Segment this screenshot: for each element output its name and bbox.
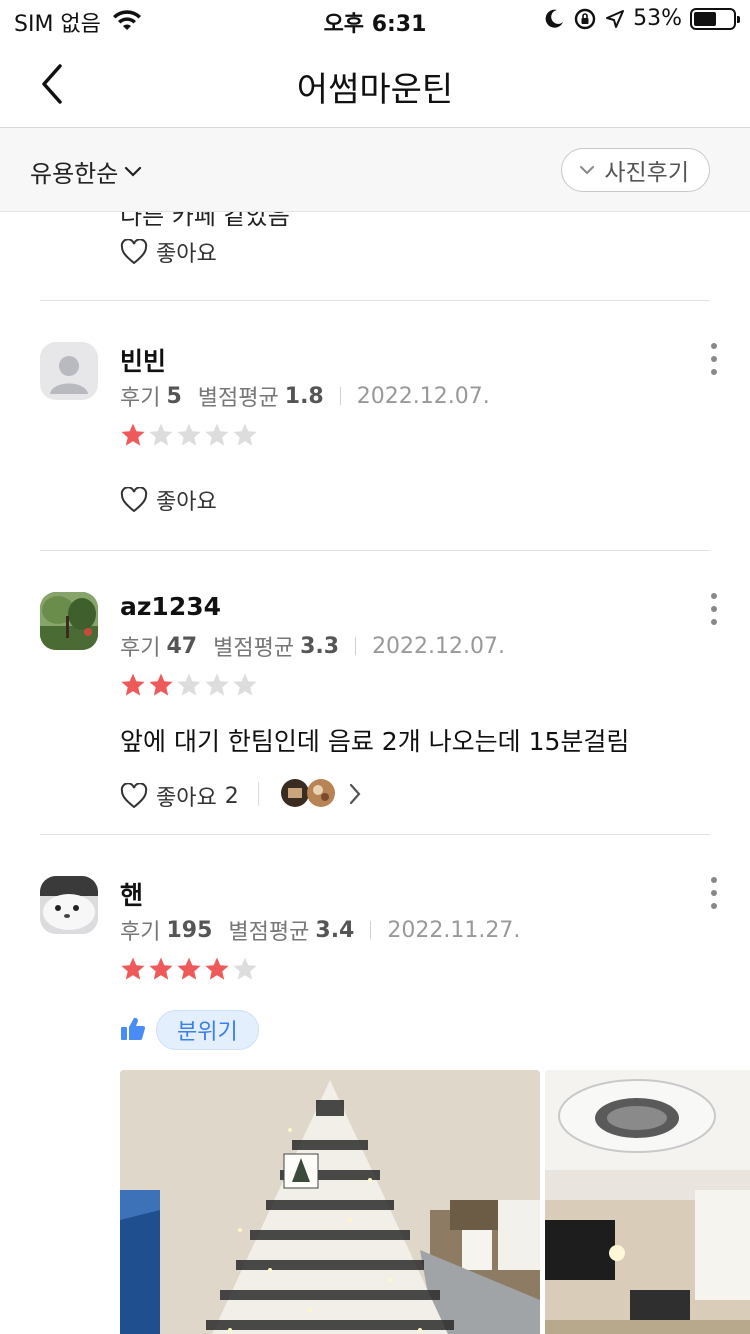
star-empty-icon [177, 673, 201, 696]
like-count: 2 [224, 783, 239, 809]
review-count: 195 [166, 917, 213, 943]
star-rating [120, 672, 258, 698]
review-item: 핸 후기 195 별점평균 3.4 2022.11.27. 분위기 [0, 876, 750, 1334]
reviewer-name[interactable]: 빈빈 [120, 342, 166, 378]
chevron-right-icon[interactable] [348, 782, 362, 806]
page-title: 어썸마운틴 [296, 70, 454, 110]
avatar[interactable] [40, 592, 98, 650]
divider [40, 300, 710, 301]
location-arrow-icon [606, 9, 625, 28]
heart-icon [120, 239, 148, 265]
separator [339, 387, 341, 405]
review-date: 2022.12.07. [356, 383, 490, 409]
star-filled-icon [149, 673, 173, 696]
reviewer-name[interactable]: az1234 [120, 592, 221, 621]
avg-rating: 3.3 [300, 633, 340, 659]
like-button[interactable]: 좋아요 [120, 236, 217, 268]
review-list: 다른 카페 같았음 좋아요 빈빈 후기 5 별점평균 1.8 2022.12.0… [0, 212, 750, 1334]
star-empty-icon [149, 423, 173, 446]
avg-label: 별점평균 [228, 920, 310, 945]
liker-avatars[interactable] [280, 778, 340, 808]
like-button[interactable]: 좋아요 2 [120, 780, 239, 812]
star-filled-icon [121, 957, 145, 980]
thumbs-up-icon [121, 1017, 146, 1041]
star-empty-icon [205, 423, 229, 446]
photo-review-filter-button[interactable]: 사진후기 [561, 148, 710, 192]
photo-review-label: 사진후기 [604, 160, 689, 186]
review-item: az1234 후기 47 별점평균 3.3 2022.12.07. 앞에 대기 … [0, 592, 750, 832]
review-date: 2022.11.27. [387, 917, 521, 943]
avg-rating: 1.8 [284, 383, 324, 409]
filter-bar: 유용한순 사진후기 [0, 128, 750, 212]
separator [370, 921, 372, 939]
battery-icon [690, 7, 740, 30]
rotation-lock-icon [574, 8, 596, 29]
like-label: 좋아요 [156, 490, 217, 515]
review-count-label: 후기 [120, 920, 161, 945]
review-text-partial: 다른 카페 같았음 [120, 212, 290, 230]
star-empty-icon [233, 673, 257, 696]
star-rating [120, 956, 258, 982]
reviewer-meta: 후기 47 별점평균 3.3 2022.12.07. [120, 630, 505, 662]
like-label: 좋아요 [156, 242, 217, 267]
divider [40, 834, 710, 835]
star-filled-icon [149, 957, 173, 980]
separator [355, 637, 357, 655]
avg-rating: 3.4 [315, 917, 355, 943]
review-count: 47 [166, 633, 198, 659]
reviewer-meta: 후기 5 별점평균 1.8 2022.12.07. [120, 380, 490, 412]
review-count-label: 후기 [120, 386, 161, 411]
status-bar: SIM 없음 오후 6:31 53% [0, 0, 750, 40]
moon-icon [545, 9, 564, 28]
reviewer-name[interactable]: 핸 [120, 876, 143, 912]
star-empty-icon [177, 423, 201, 446]
review-photo[interactable] [545, 1070, 750, 1334]
status-right: 53% [543, 6, 740, 31]
heart-icon [120, 487, 148, 513]
sort-dropdown[interactable]: 유용한순 [30, 154, 142, 189]
tag-chip: 분위기 [156, 1010, 259, 1050]
star-empty-icon [205, 673, 229, 696]
like-label: 좋아요 [156, 786, 217, 811]
battery-percent: 53% [633, 6, 682, 31]
divider-vertical [258, 782, 259, 806]
review-date: 2022.12.07. [372, 633, 506, 659]
review-count-label: 후기 [120, 636, 161, 661]
more-options-icon[interactable] [708, 342, 720, 376]
review-text: 앞에 대기 한팀인데 음료 2개 나오는데 15분걸림 [120, 727, 630, 756]
heart-icon [120, 783, 148, 809]
review-photo[interactable] [120, 1070, 540, 1334]
divider [40, 550, 710, 551]
star-empty-icon [233, 957, 257, 980]
avatar[interactable] [40, 342, 98, 400]
star-filled-icon [205, 957, 229, 980]
star-empty-icon [233, 423, 257, 446]
star-filled-icon [177, 957, 201, 980]
like-button[interactable]: 좋아요 [120, 484, 217, 516]
review-count: 5 [166, 383, 182, 409]
star-filled-icon [121, 423, 145, 446]
nav-bar: 어썸마운틴 [0, 40, 750, 128]
check-icon [580, 166, 595, 175]
star-rating [120, 422, 258, 448]
more-options-icon[interactable] [708, 876, 720, 910]
avatar[interactable] [40, 876, 98, 934]
sort-label: 유용한순 [30, 160, 119, 188]
reviewer-meta: 후기 195 별점평균 3.4 2022.11.27. [120, 914, 520, 946]
more-options-icon[interactable] [708, 592, 720, 626]
chevron-down-icon [125, 166, 142, 177]
review-item: 빈빈 후기 5 별점평균 1.8 2022.12.07. 좋아요 [0, 342, 750, 552]
star-filled-icon [121, 673, 145, 696]
avg-label: 별점평균 [213, 636, 295, 661]
avg-label: 별점평균 [197, 386, 279, 411]
